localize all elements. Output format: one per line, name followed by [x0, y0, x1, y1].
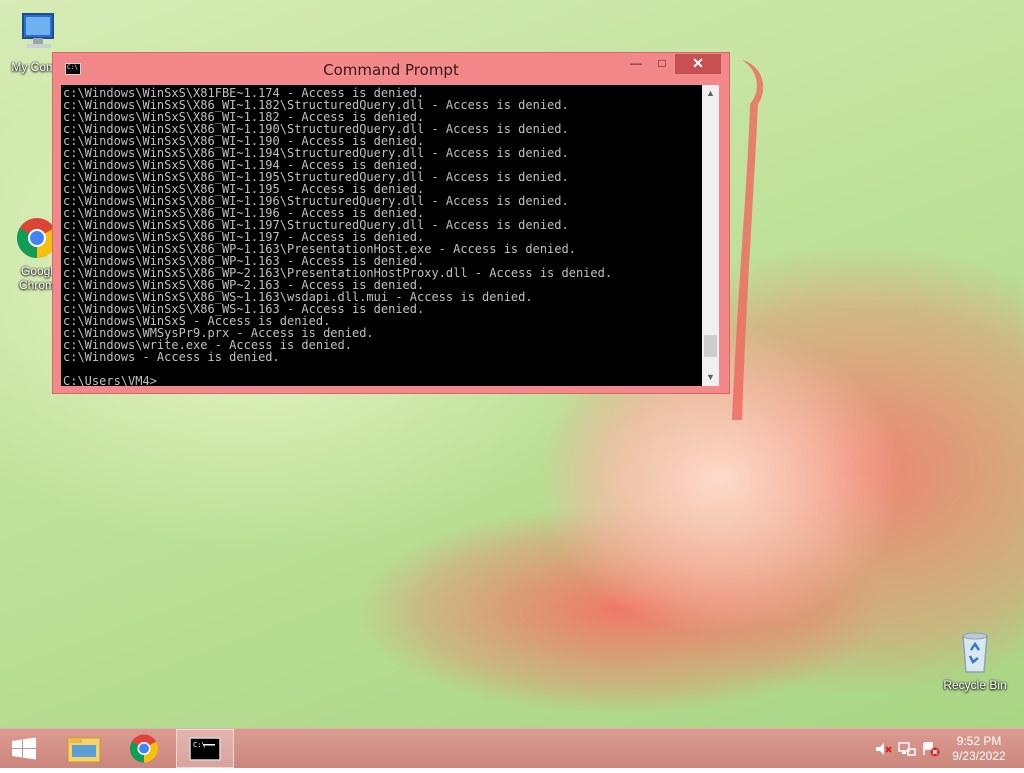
window-titlebar[interactable]: C:\ Command Prompt — □ ✕ — [53, 53, 729, 85]
command-prompt-window[interactable]: C:\ Command Prompt — □ ✕ c:\Windows\WinS… — [52, 52, 730, 394]
recycle-bin-icon — [951, 628, 999, 676]
desktop-icon-recycle-bin[interactable]: Recycle Bin — [938, 628, 1012, 692]
scroll-down-arrow[interactable]: ▼ — [702, 369, 719, 386]
taskbar-clock[interactable]: 9:52 PM 9/23/2022 — [940, 734, 1018, 764]
desktop: My Comp Googl Chrom Recycle Bin C:\ Comm… — [0, 0, 1024, 728]
start-button[interactable] — [0, 729, 48, 768]
minimize-button[interactable]: — — [623, 54, 649, 74]
taskbar-file-explorer[interactable] — [56, 729, 112, 768]
maximize-icon: □ — [658, 56, 666, 70]
console-output[interactable]: c:\Windows\WinSxS\X81FBE~1.174 - Access … — [61, 85, 702, 386]
scroll-up-arrow[interactable]: ▲ — [702, 85, 719, 102]
scrollbar-thumb[interactable] — [704, 334, 717, 357]
volume-muted-icon[interactable] — [874, 741, 892, 757]
minimize-icon: — — [630, 56, 642, 70]
maximize-button[interactable]: □ — [649, 54, 675, 74]
clock-time: 9:52 PM — [956, 734, 1002, 748]
action-center-warning-icon[interactable] — [922, 741, 940, 757]
clock-date: 9/23/2022 — [952, 749, 1006, 763]
chrome-icon — [130, 734, 158, 763]
desktop-icon-label: Recycle Bin — [943, 678, 1007, 692]
network-icon[interactable] — [898, 741, 916, 757]
flower-stem-decoration — [728, 60, 768, 420]
taskbar: C:\ 9:52 PM 9/23/2022 — [0, 728, 1024, 768]
start-icon — [12, 737, 36, 760]
close-icon: ✕ — [692, 55, 704, 71]
console-text: c:\Windows\WinSxS\X81FBE~1.174 - Access … — [63, 86, 613, 386]
command-prompt-icon: C:\ — [189, 737, 221, 761]
file-explorer-icon — [67, 737, 101, 763]
vertical-scrollbar[interactable]: ▲ ▼ — [702, 85, 719, 386]
taskbar-chrome[interactable] — [116, 729, 172, 768]
taskbar-command-prompt[interactable]: C:\ — [176, 729, 234, 768]
close-button[interactable]: ✕ — [675, 54, 721, 74]
computer-icon — [13, 10, 61, 58]
